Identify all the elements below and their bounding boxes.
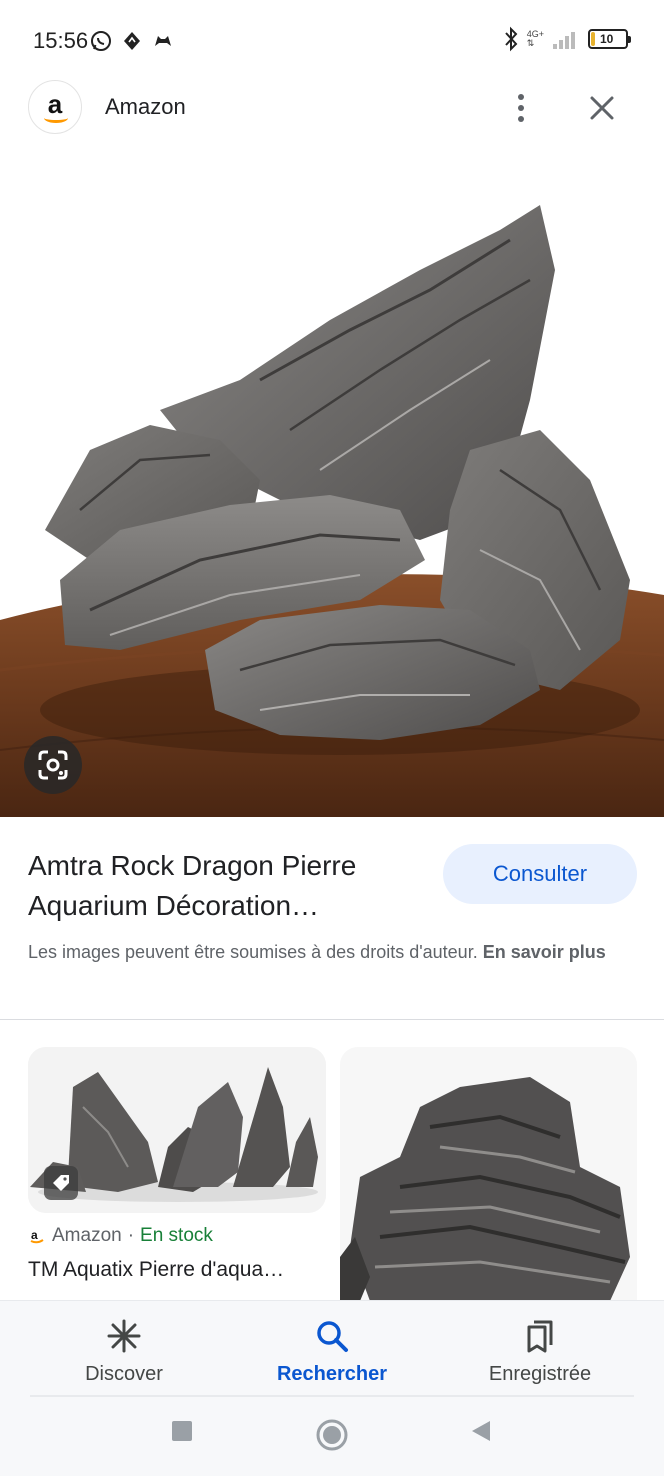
search-icon [317, 1321, 348, 1352]
rock-dragon-photo [0, 205, 664, 817]
battery-indicator: 10 [588, 29, 631, 49]
visit-button[interactable]: Consulter [443, 844, 637, 904]
nav-search-label: Rechercher [276, 1363, 388, 1385]
nav-search[interactable]: Rechercher [242, 1301, 422, 1397]
status-time: 15:56 [33, 28, 89, 53]
amazon-logo-icon[interactable]: a [28, 80, 82, 134]
amazon-favicon-icon: a [30, 1228, 44, 1244]
related-separator: · [127, 1225, 135, 1246]
close-icon[interactable] [584, 88, 620, 128]
recents-button-icon[interactable] [171, 1420, 193, 1442]
related-title[interactable]: TM Aquatix Pierre d'aqua… [28, 1258, 326, 1282]
related-source: a Amazon · En stock [28, 1225, 213, 1247]
status-bar: 15:56 4G+ ⇅ 10 [0, 0, 664, 80]
related-rocks-photo-2 [340, 1047, 637, 1301]
signal-icon [553, 32, 575, 49]
copyright-text: Les images peuvent être soumises à des d… [28, 942, 478, 962]
google-lens-button[interactable] [24, 736, 82, 794]
bottom-navigation: Discover Rechercher Enregistrée [0, 1300, 664, 1398]
game-controller-icon [155, 36, 171, 46]
system-navigation-bar [0, 1398, 664, 1476]
nav-discover[interactable]: Discover [34, 1301, 214, 1397]
related-source-name: Amazon [52, 1225, 122, 1246]
result-title[interactable]: Amtra Rock Dragon Pierre Aquarium Décora… [28, 846, 428, 926]
learn-more-link[interactable]: En savoir plus [483, 942, 606, 962]
battery-level: 10 [600, 32, 614, 46]
nav-divider [30, 1395, 634, 1397]
battery-fill [591, 32, 595, 46]
source-header: a Amazon [0, 78, 664, 138]
nav-saved[interactable]: Enregistrée [450, 1301, 630, 1397]
site-name: Amazon [105, 94, 186, 119]
nav-saved-label: Enregistrée [488, 1363, 592, 1385]
home-button-icon[interactable] [315, 1418, 349, 1452]
bluetooth-icon [504, 26, 518, 52]
asterisk-icon [107, 1319, 141, 1353]
main-image[interactable] [0, 150, 664, 817]
copyright-notice: Les images peuvent être soumises à des d… [28, 938, 638, 966]
related-image-card-2[interactable] [340, 1047, 637, 1301]
lens-icon [38, 750, 68, 780]
back-button-icon[interactable] [470, 1420, 492, 1442]
whatsapp-icon [91, 31, 111, 51]
network-type: 4G+ ⇅ [526, 29, 544, 48]
more-options-button[interactable] [505, 88, 537, 128]
saved-collections-icon [527, 1320, 553, 1353]
stock-status: En stock [140, 1225, 213, 1246]
divider [0, 1019, 664, 1020]
navigation-icon [124, 32, 140, 50]
shopping-tag-icon [44, 1166, 78, 1200]
svg-text:a: a [31, 1228, 38, 1242]
nav-discover-label: Discover [85, 1363, 163, 1385]
